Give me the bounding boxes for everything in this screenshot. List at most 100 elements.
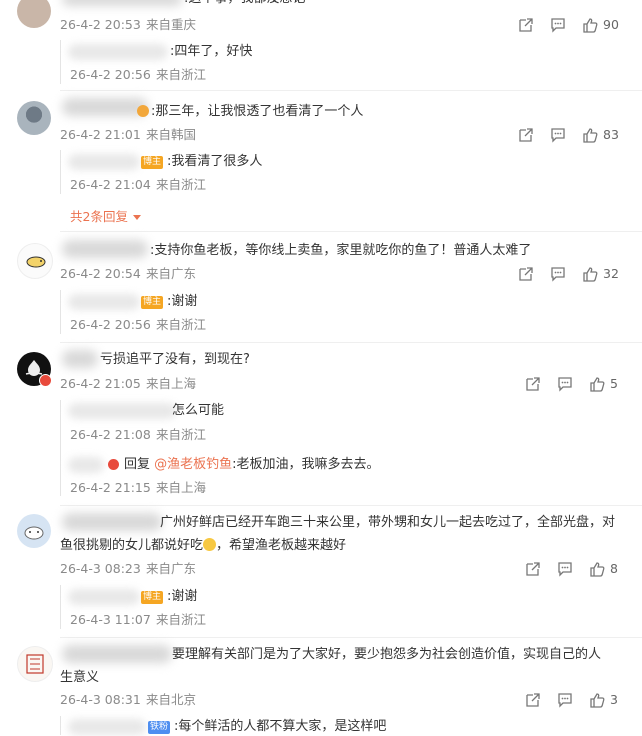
like-icon[interactable] bbox=[589, 376, 605, 392]
smile-emoji-icon bbox=[203, 538, 217, 551]
comment-location: 来自重庆 bbox=[146, 17, 197, 32]
comment-icon[interactable] bbox=[550, 266, 566, 282]
divider bbox=[60, 342, 642, 343]
comment-icon[interactable] bbox=[557, 376, 573, 392]
username-blurred[interactable] bbox=[62, 240, 148, 258]
reply-username-blurred[interactable] bbox=[68, 589, 140, 605]
avatar[interactable] bbox=[17, 0, 51, 28]
like-count: 8 bbox=[610, 561, 618, 576]
reply-username-blurred[interactable] bbox=[68, 154, 140, 170]
share-icon[interactable] bbox=[525, 692, 541, 708]
share-icon[interactable] bbox=[525, 561, 541, 577]
reply-location: 来自浙江 bbox=[156, 177, 207, 192]
username-blurred[interactable] bbox=[62, 513, 162, 531]
comment-time: 26-4-2 21:01 bbox=[60, 127, 141, 142]
comment-time: 26-4-3 08:31 bbox=[60, 692, 141, 707]
reply-time: 26-4-2 21:15 bbox=[70, 480, 151, 495]
reply-location: 来自上海 bbox=[156, 480, 207, 495]
avatar[interactable] bbox=[17, 646, 53, 682]
username-blurred[interactable] bbox=[62, 350, 98, 368]
comment-location: 来自韩国 bbox=[146, 127, 197, 142]
comment-location: 来自上海 bbox=[146, 376, 197, 391]
reply-time: 26-4-3 11:07 bbox=[70, 612, 151, 627]
like-icon[interactable] bbox=[582, 17, 598, 33]
avatar[interactable] bbox=[17, 101, 51, 135]
reply-text: :谢谢 bbox=[167, 589, 198, 604]
comment-time: 26-4-3 08:23 bbox=[60, 561, 141, 576]
reply-location: 来自浙江 bbox=[156, 612, 207, 627]
reply-text: :每个鲜活的人都不算大家，是这样吧 bbox=[174, 719, 387, 734]
reply-divider bbox=[60, 150, 61, 194]
blogger-badge: 博主 bbox=[141, 296, 164, 309]
like-icon[interactable] bbox=[589, 692, 605, 708]
reply-username-blurred[interactable] bbox=[68, 294, 140, 310]
comment-location: 来自北京 bbox=[146, 692, 197, 707]
reply-username-blurred[interactable] bbox=[68, 457, 104, 473]
divider bbox=[60, 90, 642, 91]
like-count: 32 bbox=[603, 266, 619, 281]
reply-prefix: 回复 bbox=[124, 457, 155, 472]
comment-text: :那三年，让我恨透了也看清了一个人 bbox=[151, 104, 364, 119]
comment-text: :支持你鱼老板，等你线上卖鱼，家里就吃你的鱼了！普通人太难了 bbox=[150, 243, 532, 258]
reply-time: 26-4-2 21:08 bbox=[70, 427, 151, 442]
reply-divider bbox=[60, 716, 61, 735]
reply-location: 来自浙江 bbox=[156, 427, 207, 442]
share-icon[interactable] bbox=[518, 266, 534, 282]
comment-icon[interactable] bbox=[557, 692, 573, 708]
comment-icon[interactable] bbox=[550, 127, 566, 143]
vip-badge-icon bbox=[108, 459, 119, 470]
fan-badge-icon bbox=[137, 105, 149, 117]
username-blurred[interactable] bbox=[62, 98, 148, 116]
comment-location: 来自广东 bbox=[146, 561, 197, 576]
reply-username-blurred[interactable] bbox=[68, 403, 176, 419]
share-icon[interactable] bbox=[518, 17, 534, 33]
chevron-down-icon bbox=[133, 215, 142, 220]
comment-text-line2: 鱼很挑剔的女儿都说好吃 ，希望渔老板越来越好 bbox=[60, 537, 346, 555]
reply-username-blurred[interactable] bbox=[68, 719, 146, 735]
reply-divider bbox=[60, 290, 61, 334]
comment-text: :这个事，我都没想记 bbox=[184, 0, 305, 8]
avatar[interactable] bbox=[17, 243, 53, 279]
reply-text: :谢谢 bbox=[167, 294, 198, 309]
like-icon[interactable] bbox=[582, 127, 598, 143]
comment-location: 来自广东 bbox=[146, 266, 197, 281]
avatar[interactable] bbox=[17, 514, 51, 548]
reply-time: 26-4-2 21:04 bbox=[70, 177, 151, 192]
fan-badge: 铁粉 bbox=[148, 721, 171, 734]
comment-text-line2: 生意义 bbox=[60, 670, 100, 685]
comment-time: 26-4-2 20:54 bbox=[60, 266, 141, 281]
username-blurred[interactable] bbox=[62, 0, 182, 6]
divider bbox=[60, 637, 642, 638]
like-count: 83 bbox=[603, 127, 619, 142]
comment-icon[interactable] bbox=[557, 561, 573, 577]
mention-link[interactable]: @渔老板钓鱼 bbox=[154, 457, 232, 472]
like-count: 3 bbox=[610, 692, 618, 707]
reply-time: 26-4-2 20:56 bbox=[70, 317, 151, 332]
share-icon[interactable] bbox=[518, 127, 534, 143]
reply-divider bbox=[60, 400, 61, 496]
blogger-badge: 博主 bbox=[141, 156, 164, 169]
reply-location: 来自浙江 bbox=[156, 67, 207, 82]
reply-text: :四年了，好快 bbox=[170, 44, 253, 59]
username-blurred[interactable] bbox=[62, 645, 172, 663]
like-icon[interactable] bbox=[589, 561, 605, 577]
reply-text: :我看清了很多人 bbox=[167, 154, 263, 169]
like-count: 90 bbox=[603, 17, 619, 32]
comment-text-line2b: ，希望渔老板越来越好 bbox=[216, 538, 347, 553]
like-icon[interactable] bbox=[582, 266, 598, 282]
more-replies-label: 共2条回复 bbox=[70, 209, 128, 224]
reply-divider bbox=[60, 585, 61, 629]
reply-body: :老板加油，我嘛多去去。 bbox=[232, 457, 380, 472]
comment-text-line1: 要理解有关部门是为了大家好，要少抱怨多为社会创造价值，实现自己的人 bbox=[172, 647, 602, 662]
comment-text-line1: 广州好鲜店已经开车跑三十来公里，带外甥和女儿一起去吃过了，全部光盘，对 bbox=[160, 515, 616, 530]
comment-icon[interactable] bbox=[550, 17, 566, 33]
share-icon[interactable] bbox=[525, 376, 541, 392]
comment-text: 亏损追平了没有，到现在? bbox=[100, 352, 250, 367]
more-replies-link[interactable]: 共2条回复 bbox=[70, 206, 142, 225]
divider bbox=[60, 231, 642, 232]
comment-time: 26-4-2 20:53 bbox=[60, 17, 141, 32]
comment-time: 26-4-2 21:05 bbox=[60, 376, 141, 391]
reply-time: 26-4-2 20:56 bbox=[70, 67, 151, 82]
vip-badge-icon bbox=[39, 374, 52, 387]
reply-username-blurred[interactable] bbox=[68, 44, 168, 60]
